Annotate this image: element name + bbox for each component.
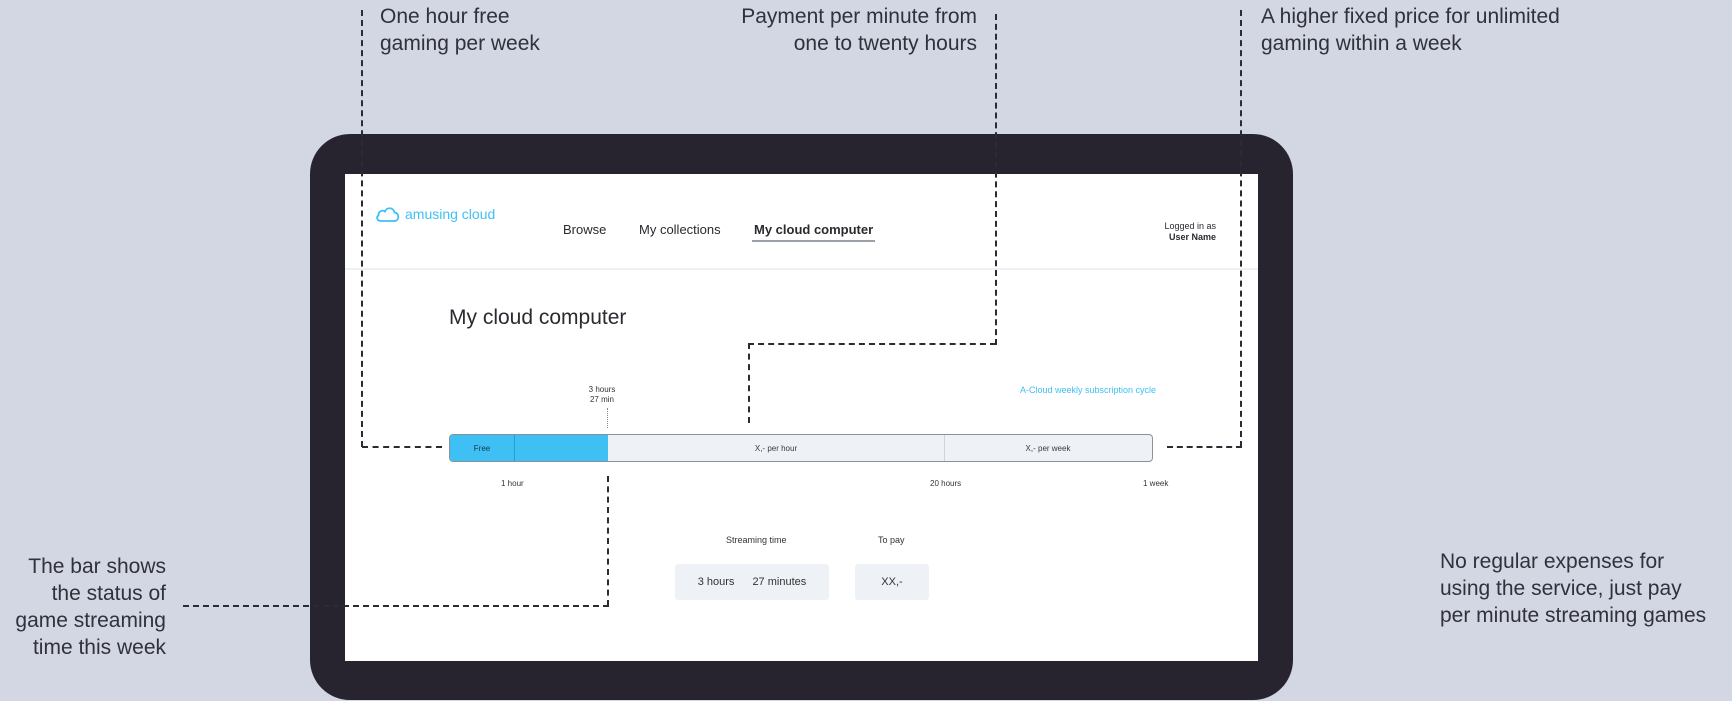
- amount-to-pay: XX,-: [881, 576, 903, 588]
- per-week-segment: X,- per week: [1025, 443, 1071, 453]
- streaming-hours: 3 hours: [697, 576, 735, 588]
- connector-free-horizontal: [362, 446, 442, 448]
- connector-bar-status-horizontal: [183, 605, 609, 607]
- subscription-cycle-label: A-Cloud weekly subscription cycle: [1020, 385, 1157, 395]
- connector-fixed-price-horizontal: [1167, 446, 1242, 448]
- streaming-time-box: 3 hours 27 minutes: [675, 564, 829, 600]
- app-screen: amusing cloud Browse My collections My c…: [345, 174, 1258, 661]
- tick-1-week: 1 week: [1143, 479, 1169, 488]
- connector-per-minute-horizontal: [748, 343, 996, 345]
- nav-browse[interactable]: Browse: [563, 222, 606, 237]
- annotation-no-expenses: No regular expenses for using the servic…: [1440, 550, 1707, 627]
- nav-my-cloud-computer[interactable]: My cloud computer: [752, 222, 876, 242]
- connector-bar-status-vertical: [607, 476, 609, 606]
- usage-marker-label: 3 hours 27 min: [588, 385, 616, 404]
- connector-free-vertical: [361, 10, 363, 447]
- annotation-bar-status: The bar shows the status of game streami…: [15, 555, 166, 659]
- annotation-fixed-price: A higher fixed price for unlimited gamin…: [1261, 5, 1560, 55]
- streaming-minutes: 27 minutes: [752, 576, 807, 588]
- connector-per-minute-vertical: [995, 14, 997, 345]
- annotation-free-gaming: One hour free gaming per week: [380, 5, 540, 55]
- tick-1-hour: 1 hour: [501, 479, 524, 488]
- logo[interactable]: amusing cloud: [375, 204, 495, 224]
- nav-my-collections[interactable]: My collections: [639, 222, 721, 237]
- usage-marker-tick: [607, 408, 608, 428]
- page-title: My cloud computer: [449, 306, 627, 329]
- user-name: User Name: [1168, 232, 1216, 242]
- free-segment: Free: [450, 435, 515, 461]
- usage-bar: Free X,- per hour X,- per week: [449, 434, 1153, 462]
- header-divider: [345, 268, 1258, 270]
- amount-to-pay-box: XX,-: [855, 564, 929, 600]
- to-pay-label: To pay: [878, 535, 905, 545]
- connector-fixed-price-vertical: [1240, 10, 1242, 447]
- logo-text: amusing cloud: [405, 206, 496, 222]
- cloud-icon: [376, 207, 400, 222]
- streaming-time-label: Streaming time: [726, 535, 787, 545]
- login-status[interactable]: Logged in as User Name: [1164, 221, 1216, 243]
- used-time-fill: [515, 435, 608, 461]
- tablet-frame: amusing cloud Browse My collections My c…: [310, 134, 1293, 700]
- login-label: Logged in as: [1164, 221, 1216, 231]
- tick-20-hours: 20 hours: [930, 479, 962, 488]
- annotation-per-minute: Payment per minute from one to twenty ho…: [741, 5, 977, 55]
- connector-per-minute-drop: [748, 343, 750, 423]
- per-hour-segment: X,- per hour: [608, 435, 945, 461]
